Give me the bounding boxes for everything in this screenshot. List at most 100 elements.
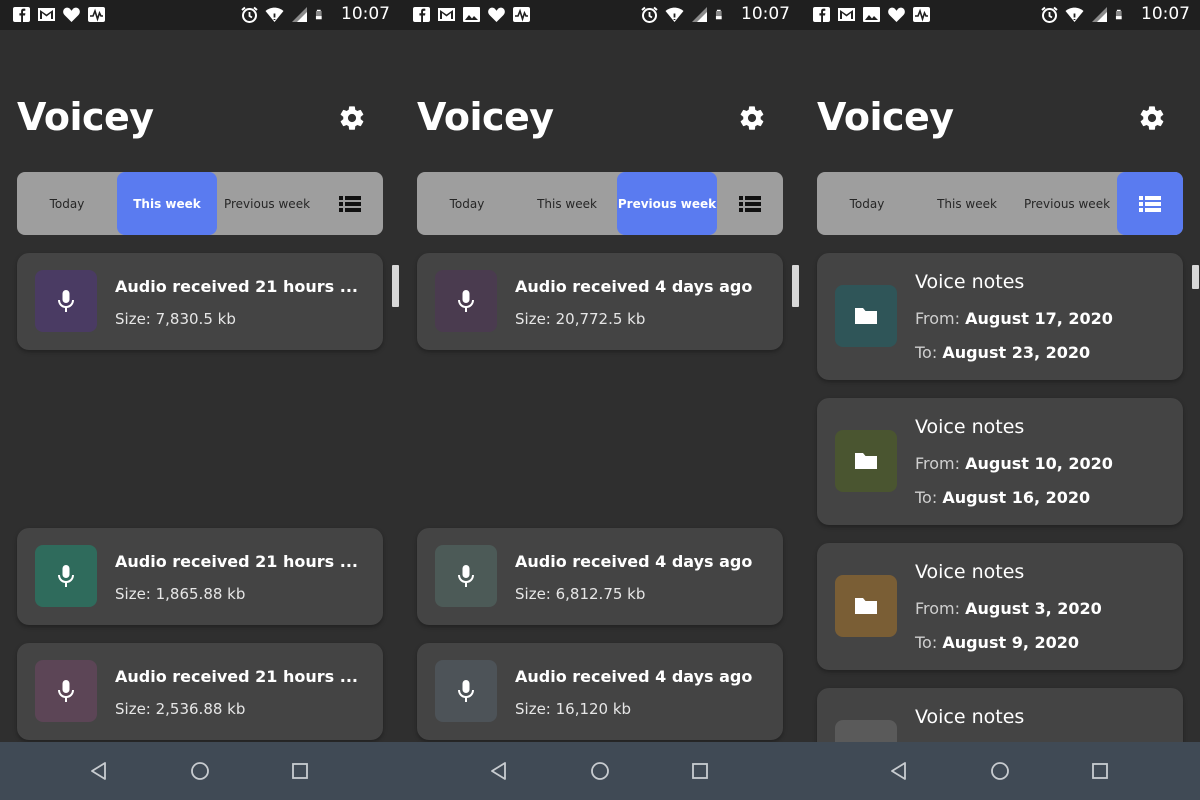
tab-list-view[interactable] <box>317 172 383 235</box>
tab-this-week[interactable]: This week <box>117 172 217 235</box>
pulse-icon <box>913 7 930 22</box>
notification-icons <box>412 6 531 23</box>
to-label: To: <box>915 343 938 362</box>
tab-today[interactable]: Today <box>17 172 117 235</box>
app-title: Voicey <box>817 95 954 139</box>
pulse-icon <box>88 7 105 22</box>
folder-tile <box>835 285 897 347</box>
folder-tile <box>835 430 897 492</box>
recording-card[interactable]: Audio received 4 days ago Size: 20,772.5… <box>417 253 783 350</box>
tab-this-week[interactable]: This week <box>917 172 1017 235</box>
folder-to: To: August 23, 2020 <box>915 343 1090 362</box>
tab-previous-week[interactable]: Previous week <box>617 172 717 235</box>
signal-icon <box>292 6 307 22</box>
microphone-icon <box>458 565 474 587</box>
signal-icon <box>1092 6 1107 22</box>
tab-today[interactable]: Today <box>417 172 517 235</box>
folder-title: Voice notes <box>915 706 1025 728</box>
folder-icon <box>855 308 877 324</box>
folder-from: From: August 3, 2020 <box>915 599 1102 618</box>
list-view-icon <box>1139 195 1161 212</box>
tab-list-view[interactable] <box>717 172 783 235</box>
to-date: August 9, 2020 <box>942 633 1079 652</box>
recording-title: Audio received 4 days ago <box>515 552 753 571</box>
android-nav-bar <box>800 742 1200 800</box>
app-title: Voicey <box>17 95 154 139</box>
recording-size: Size: 16,120 kb <box>515 700 632 718</box>
microphone-icon <box>458 680 474 702</box>
list-view-icon <box>339 195 361 212</box>
back-icon[interactable] <box>888 759 912 783</box>
tab-previous-week[interactable]: Previous week <box>1017 172 1117 235</box>
back-icon[interactable] <box>88 759 112 783</box>
tab-list-view[interactable] <box>1117 172 1183 235</box>
scrollbar[interactable] <box>392 265 399 307</box>
scrollbar[interactable] <box>792 265 799 307</box>
recents-icon[interactable] <box>1088 759 1112 783</box>
period-tabs: Today This week Previous week <box>17 172 383 235</box>
folder-title: Voice notes <box>915 271 1025 293</box>
home-icon[interactable] <box>188 759 212 783</box>
scrollbar[interactable] <box>1192 265 1199 289</box>
back-icon[interactable] <box>488 759 512 783</box>
recording-card[interactable]: Audio received 21 hours ... Size: 2,536.… <box>17 643 383 740</box>
facebook-icon <box>13 7 30 22</box>
to-date: August 16, 2020 <box>942 488 1091 507</box>
recording-title: Audio received 4 days ago <box>515 277 753 296</box>
recents-icon[interactable] <box>288 759 312 783</box>
android-nav-bar <box>400 742 800 800</box>
recording-size: Size: 1,865.88 kb <box>115 585 246 603</box>
wifi-icon <box>665 7 684 22</box>
folder-to: To: August 9, 2020 <box>915 633 1079 652</box>
notification-icons <box>12 6 106 23</box>
folder-title: Voice notes <box>915 561 1025 583</box>
battery-icon <box>715 9 722 19</box>
recording-title: Audio received 21 hours ... <box>115 277 358 296</box>
from-label: From: <box>915 309 961 328</box>
screen-folders: 10:07 Voicey Today This week Previous we… <box>800 0 1200 800</box>
folder-card[interactable]: Voice notes From: August 17, 2020 To: Au… <box>817 253 1183 380</box>
recording-size: Size: 7,830.5 kb <box>115 310 236 328</box>
heart-icon <box>63 7 80 22</box>
gmail-icon <box>38 8 55 21</box>
home-icon[interactable] <box>588 759 612 783</box>
wifi-icon <box>1065 7 1084 22</box>
system-icons: 10:07 <box>1040 4 1190 24</box>
gear-icon[interactable] <box>338 104 366 132</box>
tab-previous-week[interactable]: Previous week <box>217 172 317 235</box>
recording-card[interactable]: Audio received 4 days ago Size: 16,120 k… <box>417 643 783 740</box>
alarm-icon <box>1041 6 1058 23</box>
clock: 10:07 <box>341 4 390 24</box>
image-icon <box>463 7 480 22</box>
recents-icon[interactable] <box>688 759 712 783</box>
recording-card[interactable]: Audio received 21 hours ... Size: 1,865.… <box>17 528 383 625</box>
from-date: August 3, 2020 <box>965 599 1102 618</box>
image-icon <box>863 7 880 22</box>
gmail-icon <box>838 8 855 21</box>
recording-card[interactable]: Audio received 21 hours ... Size: 7,830.… <box>17 253 383 350</box>
gear-icon[interactable] <box>1138 104 1166 132</box>
folder-card[interactable]: Voice notes From: August 10, 2020 To: Au… <box>817 398 1183 525</box>
status-bar: 10:07 <box>400 0 800 30</box>
battery-icon <box>1115 9 1122 19</box>
folder-from: From: August 10, 2020 <box>915 454 1113 473</box>
recording-size: Size: 2,536.88 kb <box>115 700 246 718</box>
home-icon[interactable] <box>988 759 1012 783</box>
from-date: August 17, 2020 <box>965 309 1113 328</box>
notification-icons <box>812 6 931 23</box>
gmail-icon <box>438 8 455 21</box>
gear-icon[interactable] <box>738 104 766 132</box>
folder-card[interactable]: Voice notes From: August 3, 2020 To: Aug… <box>817 543 1183 670</box>
signal-icon <box>692 6 707 22</box>
recording-card[interactable]: Audio received 4 days ago Size: 6,812.75… <box>417 528 783 625</box>
from-date: August 10, 2020 <box>965 454 1113 473</box>
heart-icon <box>888 7 905 22</box>
recording-tile <box>435 545 497 607</box>
system-icons: 10:07 <box>640 4 790 24</box>
alarm-icon <box>241 6 258 23</box>
tab-this-week[interactable]: This week <box>517 172 617 235</box>
folder-to: To: August 16, 2020 <box>915 488 1090 507</box>
battery-icon <box>315 9 322 19</box>
folder-icon <box>855 598 877 614</box>
tab-today[interactable]: Today <box>817 172 917 235</box>
